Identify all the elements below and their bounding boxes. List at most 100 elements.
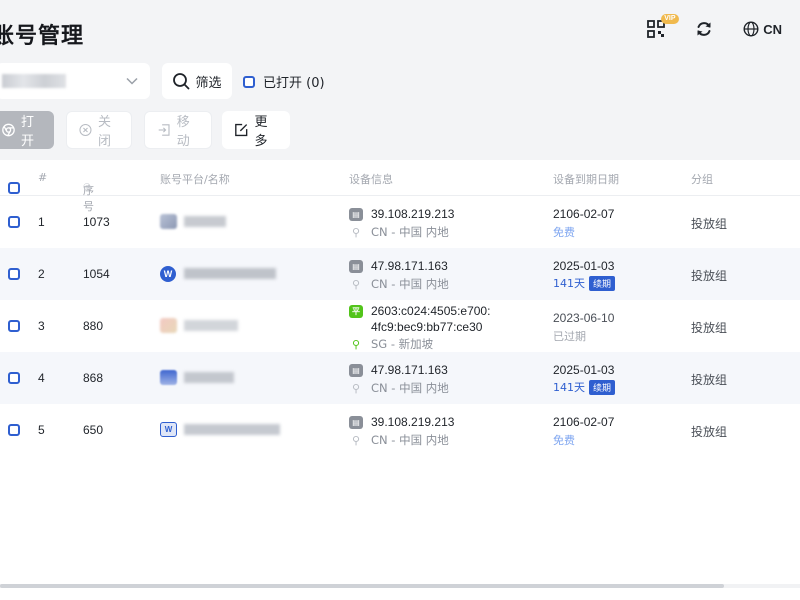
checkbox[interactable] xyxy=(8,268,20,280)
platform-badge: 平 xyxy=(349,304,363,318)
more-button[interactable]: 更多 xyxy=(222,111,290,149)
account-name-blurred xyxy=(184,372,234,383)
header-expiry: 设备到期日期 xyxy=(553,173,619,186)
header-device: 设备信息 xyxy=(349,173,393,186)
renew-button[interactable]: 续期 xyxy=(589,379,616,395)
expiry-status: 141天 续期 xyxy=(553,275,616,291)
account-name-blurred xyxy=(184,268,276,279)
checkbox[interactable] xyxy=(8,372,20,384)
sort-icon[interactable]: ◎ xyxy=(83,182,91,192)
device-location-line: ⚲ SG - 新加坡 xyxy=(349,336,433,352)
row-checkbox[interactable] xyxy=(8,372,20,387)
platform-logo-blurred xyxy=(160,370,177,385)
row-seq: 650 xyxy=(83,423,104,437)
platform-logo-blurred xyxy=(160,318,177,333)
expiry-status: 已过期 xyxy=(553,328,586,344)
expiry-status: 免费 xyxy=(553,224,575,240)
device-ip: 39.108.219.213 xyxy=(371,415,455,429)
refresh-button[interactable] xyxy=(695,20,713,38)
location-pin-icon: ⚲ xyxy=(351,338,361,351)
server-icon: ▤ xyxy=(349,207,363,221)
device-ip-line: ▤ 47.98.171.163 xyxy=(349,363,448,377)
row-seq: 1073 xyxy=(83,215,110,229)
table-row[interactable]: 5 650 W ▤ 39.108.219.213 ⚲ CN - 中国 内地 21… xyxy=(0,404,800,456)
move-button[interactable]: 移动 xyxy=(144,111,212,149)
filter-button[interactable]: 筛选 xyxy=(162,63,232,99)
row-group: 投放组 xyxy=(691,321,728,335)
chrome-icon xyxy=(2,123,15,137)
vip-badge: VIP xyxy=(661,14,679,24)
page-title: 账号管理 xyxy=(0,24,85,49)
select-value-blurred xyxy=(2,74,66,88)
device-location: CN - 中国 内地 xyxy=(371,433,449,447)
move-icon xyxy=(158,124,170,136)
table-row[interactable]: 1 1073 ▤ 39.108.219.213 ⚲ CN - 中国 内地 210… xyxy=(0,196,800,248)
header-platform: 账号平台/名称 xyxy=(160,173,230,186)
row-group: 投放组 xyxy=(691,269,728,283)
device-location-line: ⚲ CN - 中国 内地 xyxy=(349,224,449,240)
renew-button[interactable]: 续期 xyxy=(589,275,616,291)
checkbox[interactable] xyxy=(243,75,255,88)
edit-icon xyxy=(235,123,248,137)
account-select[interactable] xyxy=(0,63,150,99)
table-row[interactable]: 4 868 ▤ 47.98.171.163 ⚲ CN - 中国 内地 2025-… xyxy=(0,352,800,404)
server-icon: ▤ xyxy=(349,415,363,429)
row-checkbox[interactable] xyxy=(8,216,20,231)
device-location: CN - 中国 内地 xyxy=(371,381,449,395)
table-row[interactable]: 3 880 平 2603:c024:4505:e700: 4fc9:bec9:b… xyxy=(0,300,800,352)
open-button[interactable]: 打开 xyxy=(0,111,54,149)
table-header: # 序号 ◎ 账号平台/名称 设备信息 设备到期日期 分组 xyxy=(0,160,800,213)
checkbox[interactable] xyxy=(8,216,20,228)
device-location: SG - 新加坡 xyxy=(371,337,434,351)
device-ip-line: 平 2603:c024:4505:e700: xyxy=(349,304,490,318)
header-actions: VIP CN xyxy=(647,14,782,38)
header-idx: # xyxy=(38,171,48,184)
server-icon: ▤ xyxy=(349,363,363,377)
row-index: 4 xyxy=(38,371,45,385)
row-group: 投放组 xyxy=(691,217,728,231)
language-label: CN xyxy=(763,21,782,37)
checkbox[interactable] xyxy=(8,424,20,436)
horizontal-scrollbar-thumb[interactable] xyxy=(0,584,724,588)
row-index: 1 xyxy=(38,215,45,229)
close-button[interactable]: 关闭 xyxy=(66,111,132,149)
device-ip-line: ▤ 39.108.219.213 xyxy=(349,415,454,429)
platform-logo-icon: W xyxy=(160,422,177,437)
search-icon xyxy=(173,73,190,90)
row-checkbox[interactable] xyxy=(8,320,20,335)
row-seq: 868 xyxy=(83,371,104,385)
language-switch[interactable]: CN xyxy=(743,21,782,37)
checkbox[interactable] xyxy=(8,182,20,194)
more-label: 更多 xyxy=(254,115,268,149)
row-seq: 1054 xyxy=(83,267,110,281)
platform-logo-blurred xyxy=(160,214,177,229)
row-index: 2 xyxy=(38,267,45,281)
device-ip-line: ▤ 47.98.171.163 xyxy=(349,259,448,273)
expiry-status-label: 免费 xyxy=(553,226,575,239)
expiry-date: 2025-01-03 xyxy=(553,259,615,273)
close-label: 关闭 xyxy=(97,115,111,149)
location-pin-icon: ⚲ xyxy=(351,278,361,291)
opened-filter-checkbox[interactable]: 已打开 (0) xyxy=(243,72,325,91)
device-ip: 47.98.171.163 xyxy=(371,259,448,273)
expiry-status: 免费 xyxy=(553,432,575,448)
open-label: 打开 xyxy=(20,115,34,149)
qr-code-button[interactable]: VIP xyxy=(647,14,679,38)
account-name-blurred xyxy=(184,216,226,227)
device-ip: 2603:c024:4505:e700: xyxy=(371,304,491,318)
account-name-blurred xyxy=(184,320,238,331)
row-index: 3 xyxy=(38,319,45,333)
row-checkbox[interactable] xyxy=(8,268,20,283)
row-checkbox[interactable] xyxy=(8,424,20,439)
table-row[interactable]: 2 1054 W ▤ 47.98.171.163 ⚲ CN - 中国 内地 20… xyxy=(0,248,800,300)
device-location: CN - 中国 内地 xyxy=(371,277,449,291)
device-location-line: ⚲ CN - 中国 内地 xyxy=(349,432,449,448)
expiry-date: 2025-01-03 xyxy=(553,363,615,377)
expiry-status: 141天 续期 xyxy=(553,379,616,395)
device-ip-continued: 4fc9:bec9:bb77:ce30 xyxy=(371,320,483,334)
device-location-line: ⚲ CN - 中国 内地 xyxy=(349,276,449,292)
location-pin-icon: ⚲ xyxy=(351,382,361,395)
expiry-date: 2106-02-07 xyxy=(553,207,615,221)
expiry-status-label: 免费 xyxy=(553,434,575,447)
checkbox[interactable] xyxy=(8,320,20,332)
